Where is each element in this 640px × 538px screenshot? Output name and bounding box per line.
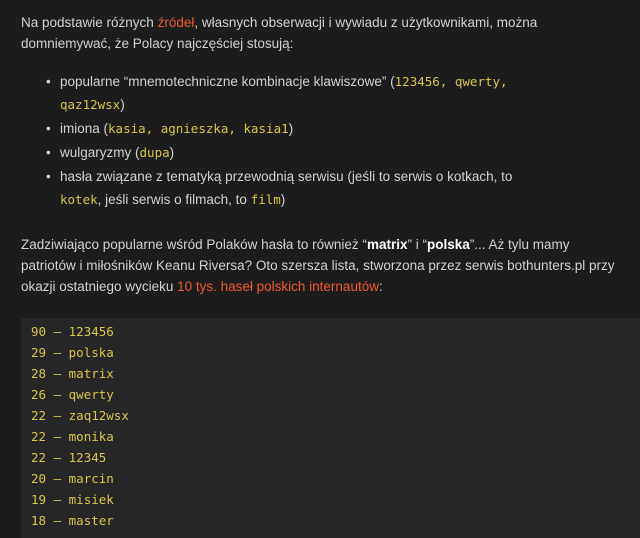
zrodel-link[interactable]: źródeł xyxy=(158,15,195,30)
code-line: 29 — polska xyxy=(31,345,114,360)
list-item-names: • imiona (kasia, agnieszka, kasia1) xyxy=(44,117,604,140)
intro-paragraph: Na podstawie różnych źródeł, własnych ob… xyxy=(21,12,621,54)
list-item-text: ) xyxy=(169,145,175,160)
paragraph-text: ” i “ xyxy=(407,237,427,252)
highlight-matrix: matrix xyxy=(366,237,408,252)
intro-text-before: Na podstawie różnych xyxy=(21,15,158,30)
code-line: 26 — qwerty xyxy=(31,387,114,402)
code-line: 19 — misiek xyxy=(31,492,114,507)
inline-code: dupa xyxy=(139,145,170,160)
inline-code: film xyxy=(250,192,281,207)
code-line: 90 — 123456 xyxy=(31,324,114,339)
code-line: 22 — monika xyxy=(31,429,114,444)
list-item-keyboard-combinations: • popularne “mnemotechniczne kombinacje k… xyxy=(44,70,604,116)
bullet-icon: • xyxy=(46,169,51,184)
list-item-vulgarisms: • wulgaryzmy (dupa) xyxy=(44,141,604,164)
inline-code: qaz12wsx xyxy=(60,97,121,112)
bullet-icon: • xyxy=(46,121,51,136)
code-line: 22 — zaq12wsx xyxy=(31,408,129,423)
bullet-icon: • xyxy=(46,145,51,160)
inline-code: 123456, qwerty, xyxy=(394,74,508,89)
password-list-code-block: 90 — 123456 29 — polska 28 — matrix 26 —… xyxy=(21,318,640,538)
code-line: 22 — 12345 xyxy=(31,450,107,465)
list-item-text: , jeśli serwis o filmach, to xyxy=(97,192,251,207)
list-item-text: popularne “mnemotechniczne kombinacje kl… xyxy=(60,74,395,89)
list-item-text: ) xyxy=(288,121,294,136)
list-item-text: imiona ( xyxy=(60,121,109,136)
list-item-text: ) xyxy=(280,192,286,207)
popular-passwords-paragraph: Zadziwiająco popularne wśród Polaków has… xyxy=(21,234,621,297)
code-line: 20 — marcin xyxy=(31,471,114,486)
inline-code: kotek xyxy=(60,192,98,207)
inline-code: kasia, agnieszka, kasia1 xyxy=(108,121,289,136)
leak-link[interactable]: 10 tys. haseł polskich internautów xyxy=(177,279,379,294)
code-line: 28 — matrix xyxy=(31,366,114,381)
paragraph-text: Zadziwiająco popularne wśród Polaków has… xyxy=(21,237,367,252)
paragraph-text: : xyxy=(378,279,383,294)
bullet-icon: • xyxy=(46,74,51,89)
list-item-text: hasła związane z tematyką przewodnią ser… xyxy=(60,169,513,184)
code-line: 18 — master xyxy=(31,513,114,528)
list-item-service-topic: • hasła związane z tematyką przewodnią se… xyxy=(44,165,604,211)
highlight-polska: polska xyxy=(426,237,470,252)
list-item-text: wulgaryzmy ( xyxy=(60,145,140,160)
list-item-text: ) xyxy=(120,97,125,112)
password-types-list: • popularne “mnemotechniczne kombinacje k… xyxy=(44,70,604,212)
